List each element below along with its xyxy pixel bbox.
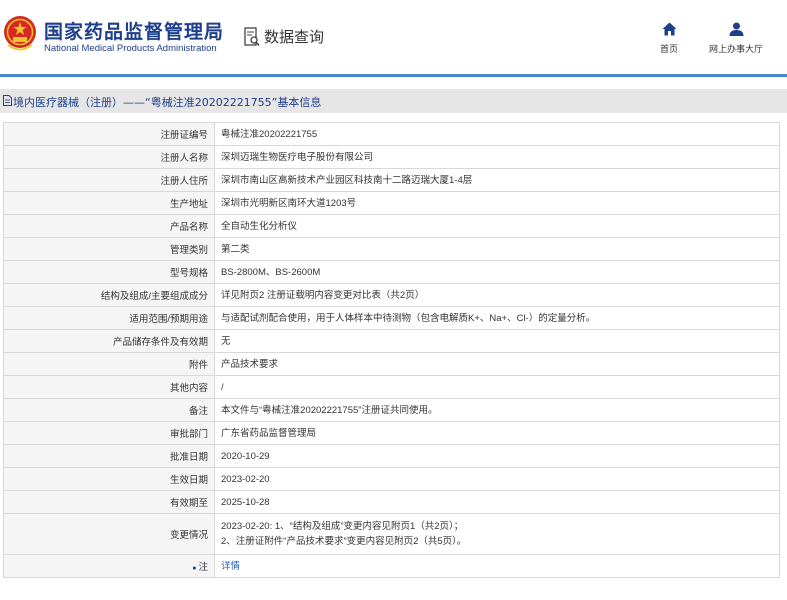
field-label: 审批部门 bbox=[3, 421, 215, 445]
field-label: 结构及组成/主要组成成分 bbox=[3, 283, 215, 307]
field-label: 注册人住所 bbox=[3, 168, 215, 192]
field-value: 与适配试剂配合使用，用于人体样本中待测物（包含电解质K+、Na+、Cl-）的定量… bbox=[214, 306, 780, 330]
field-value: 全自动生化分析仪 bbox=[214, 214, 780, 238]
note-value-cell: 详情 bbox=[214, 554, 780, 578]
field-label: 附件 bbox=[3, 352, 215, 376]
field-label: 变更情况 bbox=[3, 513, 215, 555]
field-label: 管理类别 bbox=[3, 237, 215, 261]
field-value: / bbox=[214, 375, 780, 399]
field-value: 深圳市南山区高新技术产业园区科技南十二路迈瑞大厦1-4层 bbox=[214, 168, 780, 192]
info-row: 注册证编号 粤械注准20202221755 bbox=[3, 122, 780, 146]
info-row: 有效期至 2025-10-28 bbox=[3, 490, 780, 514]
field-value: 详见附页2 注册证载明内容变更对比表（共2页） bbox=[214, 283, 780, 307]
change-history-line: 2023-02-20: 1、“结构及组成”变更内容见附页1（共2页）； bbox=[221, 521, 464, 532]
info-row: 产品储存条件及有效期无 bbox=[3, 329, 780, 353]
nav-home-label: 首页 bbox=[659, 45, 678, 55]
field-label: 适用范围/预期用途 bbox=[3, 306, 215, 330]
field-label: 有效期至 bbox=[3, 490, 215, 514]
home-icon bbox=[662, 22, 676, 36]
note-icon: ● bbox=[192, 565, 197, 572]
note-label-cell: ● 注 bbox=[3, 554, 215, 578]
field-label: 注册证编号 bbox=[3, 122, 215, 146]
field-label: 批准日期 bbox=[3, 444, 215, 468]
field-label: 生产地址 bbox=[3, 191, 215, 215]
field-value: 深圳市光明新区南环大道1203号 bbox=[214, 191, 780, 215]
info-row: 附件 产品技术要求 bbox=[3, 352, 780, 376]
field-label: 注 bbox=[198, 562, 208, 573]
document-icon bbox=[3, 95, 12, 106]
section-title: 境内医疗器械（注册）——“粤械注准20202221755”基本信息 bbox=[13, 96, 322, 109]
field-value: 广东省药品监督管理局 bbox=[214, 421, 780, 445]
info-row: 注册人名称 深圳迈瑞生物医疗电子股份有限公司 bbox=[3, 145, 780, 169]
info-row: 审批部门 广东省药品监督管理局 bbox=[3, 421, 780, 445]
info-row: 生效日期 2023-02-20 bbox=[3, 467, 780, 491]
info-row: 注册人住所 深圳市南山区高新技术产业园区科技南十二路迈瑞大厦1-4层 bbox=[3, 168, 780, 192]
registration-info-table: 注册证编号 粤械注准20202221755 注册人名称 深圳迈瑞生物医疗电子股份有限公… bbox=[3, 122, 780, 578]
field-value: 2020-10-29 bbox=[214, 444, 780, 468]
field-value: 深圳迈瑞生物医疗电子股份有限公司 bbox=[214, 145, 780, 169]
info-row: 生产地址 深圳市光明新区南环大道1203号 bbox=[3, 191, 780, 215]
field-value: 粤械注准20202221755 bbox=[214, 122, 780, 146]
field-label: 型号规格 bbox=[3, 260, 215, 284]
field-label: 产品储存条件及有效期 bbox=[3, 329, 215, 353]
info-row: 备注 本文件与“粤械注准20202221755”注册证共同使用。 bbox=[3, 398, 780, 422]
field-label: 备注 bbox=[3, 398, 215, 422]
agency-title-en: National Medical Products Administration bbox=[44, 43, 217, 54]
agency-title-cn: 国家药品监督管理局 bbox=[44, 21, 225, 43]
info-row: 产品名称 全自动生化分析仪 bbox=[3, 214, 780, 238]
national-emblem-icon bbox=[4, 16, 36, 51]
field-value: 第二类 bbox=[214, 237, 780, 261]
user-icon bbox=[729, 22, 743, 36]
nav-online-office[interactable]: 网上办事大厅 bbox=[704, 22, 768, 55]
field-value: 无 bbox=[214, 329, 780, 353]
site-header: 国家药品监督管理局 National Medical Products Admi… bbox=[0, 0, 787, 75]
field-label: 注册人名称 bbox=[3, 145, 215, 169]
info-row-note: ● 注详情 bbox=[3, 554, 780, 578]
change-history-value: 2023-02-20: 1、“结构及组成”变更内容见附页1（共2页）； 2、注册证… bbox=[214, 513, 780, 555]
info-row: 型号规格 BS-2800M、BS-2600M bbox=[3, 260, 780, 284]
field-label: 产品名称 bbox=[3, 214, 215, 238]
field-value: BS-2800M、BS-2600M bbox=[214, 260, 780, 284]
change-history-line: 2、注册证附件“产品技术要求”变更内容见附页2（共5页）。 bbox=[221, 536, 467, 547]
info-row: 管理类别 第二类 bbox=[3, 237, 780, 261]
field-label: 其他内容 bbox=[3, 375, 215, 399]
info-row: 其他内容 / bbox=[3, 375, 780, 399]
details-link[interactable]: 详情 bbox=[221, 561, 240, 572]
info-row: 结构及组成/主要组成成分 详见附页2 注册证载明内容变更对比表（共2页） bbox=[3, 283, 780, 307]
field-value: 2025-10-28 bbox=[214, 490, 780, 514]
field-value: 本文件与“粤械注准20202221755”注册证共同使用。 bbox=[214, 398, 780, 422]
section-title-bar: 境内医疗器械（注册）——“粤械注准20202221755”基本信息 bbox=[0, 89, 787, 113]
data-query-icon bbox=[244, 27, 260, 46]
field-label: 生效日期 bbox=[3, 467, 215, 491]
info-row-changes: 变更情况 2023-02-20: 1、“结构及组成”变更内容见附页1（共2页）； 2… bbox=[3, 513, 780, 555]
field-value: 产品技术要求 bbox=[214, 352, 780, 376]
field-value: 2023-02-20 bbox=[214, 467, 780, 491]
info-row: 批准日期 2020-10-29 bbox=[3, 444, 780, 468]
nav-home[interactable]: 首页 bbox=[654, 22, 684, 55]
nav-online-office-label: 网上办事大厅 bbox=[708, 45, 763, 55]
header-divider bbox=[0, 74, 787, 77]
data-query-title[interactable]: 数据查询 bbox=[264, 26, 324, 47]
info-row: 适用范围/预期用途 与适配试剂配合使用，用于人体样本中待测物（包含电解质K+、Na… bbox=[3, 306, 780, 330]
